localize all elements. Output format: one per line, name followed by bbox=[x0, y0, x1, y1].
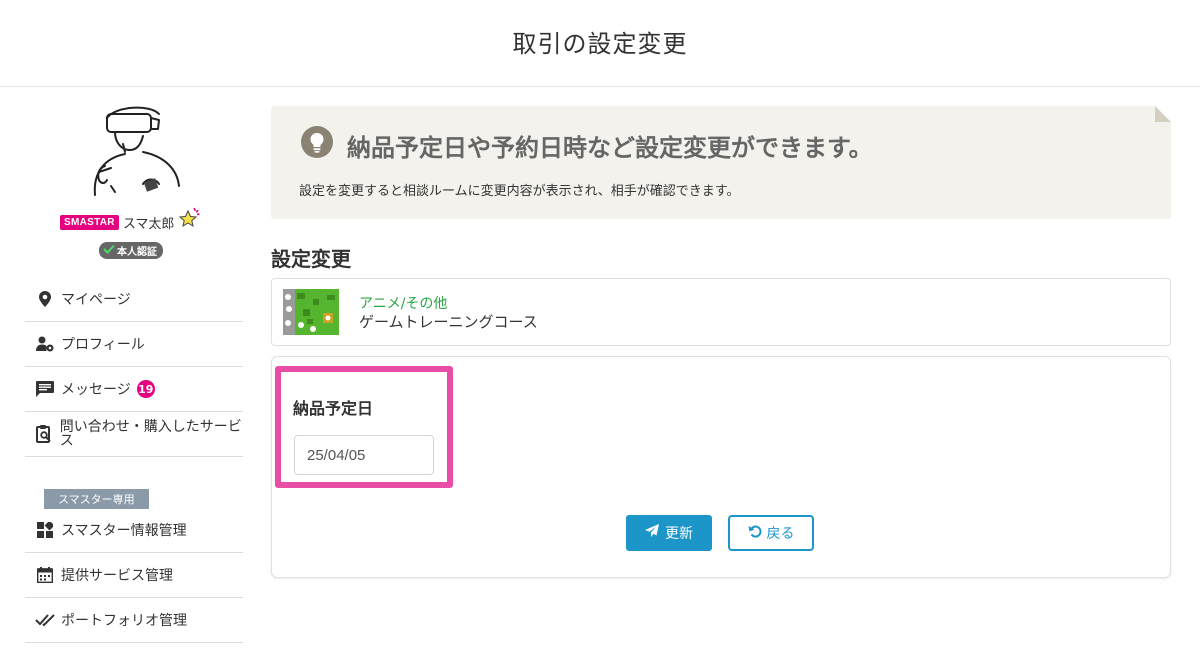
check-icon bbox=[103, 244, 115, 257]
sidebar-item-portfolio[interactable]: ポートフォリオ管理 bbox=[25, 598, 243, 643]
calendar-icon bbox=[35, 567, 55, 583]
update-button-label: 更新 bbox=[665, 526, 693, 542]
settings-form: 納品予定日 更新 戻る bbox=[271, 356, 1171, 578]
service-name[interactable]: ゲームトレーニングコース bbox=[359, 311, 538, 332]
sidebar-item-message[interactable]: メッセージ 19 bbox=[25, 367, 243, 412]
folded-corner bbox=[1155, 106, 1171, 122]
delivery-date-label: 納品予定日 bbox=[293, 399, 374, 418]
sidebar-item-smastar-info[interactable]: スマスター情報管理 bbox=[25, 508, 243, 553]
sidebar-item-profile[interactable]: プロフィール bbox=[25, 322, 243, 367]
undo-icon bbox=[748, 524, 762, 542]
smastar-badge: SMASTAR bbox=[60, 214, 119, 230]
user-gear-icon bbox=[35, 336, 55, 352]
sidebar-item-label: 提供サービス管理 bbox=[61, 568, 173, 584]
sidebar-item-label: プロフィール bbox=[61, 337, 145, 353]
sidebar-item-mypage[interactable]: マイページ bbox=[25, 277, 243, 322]
map-pin-icon bbox=[35, 291, 55, 307]
sidebar-item-label: マイページ bbox=[61, 292, 131, 308]
info-box: 納品予定日や予約日時など設定変更ができます。 設定を変更すると相談ルームに変更内… bbox=[271, 106, 1171, 219]
dashboard-icon bbox=[35, 522, 55, 538]
delivery-date-input[interactable] bbox=[294, 435, 434, 475]
star-icon bbox=[176, 204, 202, 234]
sidebar-item-label: メッセージ bbox=[61, 382, 131, 398]
sidebar-item-label: ポートフォリオ管理 bbox=[61, 613, 187, 629]
sidebar-item-label: 問い合わせ・購入したサービス bbox=[59, 419, 242, 449]
sidebar-item-label: スマスター情報管理 bbox=[61, 523, 187, 539]
verified-badge: 本人認証 bbox=[99, 242, 163, 259]
service-thumbnail bbox=[283, 289, 339, 335]
clipboard-search-icon bbox=[35, 425, 54, 443]
back-button[interactable]: 戻る bbox=[728, 515, 814, 551]
paper-plane-icon bbox=[645, 524, 659, 542]
sidebar-item-services[interactable]: 提供サービス管理 bbox=[25, 553, 243, 598]
service-category[interactable]: アニメ/その他 bbox=[359, 293, 447, 313]
username: スマ太郎 bbox=[122, 216, 175, 232]
verified-label: 本人認証 bbox=[117, 247, 157, 258]
info-text: 設定を変更すると相談ルームに変更内容が表示され、相手が確認できます。 bbox=[299, 184, 740, 199]
back-button-label: 戻る bbox=[766, 526, 795, 542]
smastar-nav-list: スマスター情報管理 提供サービス管理 ポートフォリオ管理 bbox=[25, 508, 243, 643]
sidebar-item-inquiries[interactable]: 問い合わせ・購入したサービス bbox=[25, 412, 243, 457]
avatar-illustration-icon bbox=[93, 106, 180, 196]
info-title-text: 納品予定日や予約日時など設定変更ができます。 bbox=[347, 133, 873, 162]
lightbulb-icon bbox=[301, 126, 333, 164]
nav-list: マイページ プロフィール メッセージ 19 問い合わせ・購入したサービス bbox=[25, 277, 243, 457]
avatar[interactable] bbox=[85, 100, 195, 200]
info-title: 納品予定日や予約日時など設定変更ができます。 bbox=[301, 126, 873, 164]
update-button[interactable]: 更新 bbox=[626, 515, 712, 551]
message-count-badge: 19 bbox=[136, 380, 155, 398]
page-header: 取引の設定変更 bbox=[0, 0, 1200, 87]
user-row: SMASTAR スマ太郎 bbox=[60, 207, 202, 234]
section-heading: 設定変更 bbox=[271, 247, 351, 271]
double-check-icon bbox=[35, 613, 55, 627]
main-content: 納品予定日や予約日時など設定変更ができます。 設定を変更すると相談ルームに変更内… bbox=[271, 106, 1171, 578]
smastar-section-tag: スマスター専用 bbox=[44, 489, 149, 509]
message-icon bbox=[35, 381, 55, 397]
service-card[interactable]: アニメ/その他 ゲームトレーニングコース bbox=[271, 278, 1171, 346]
page-title: 取引の設定変更 bbox=[512, 29, 688, 58]
